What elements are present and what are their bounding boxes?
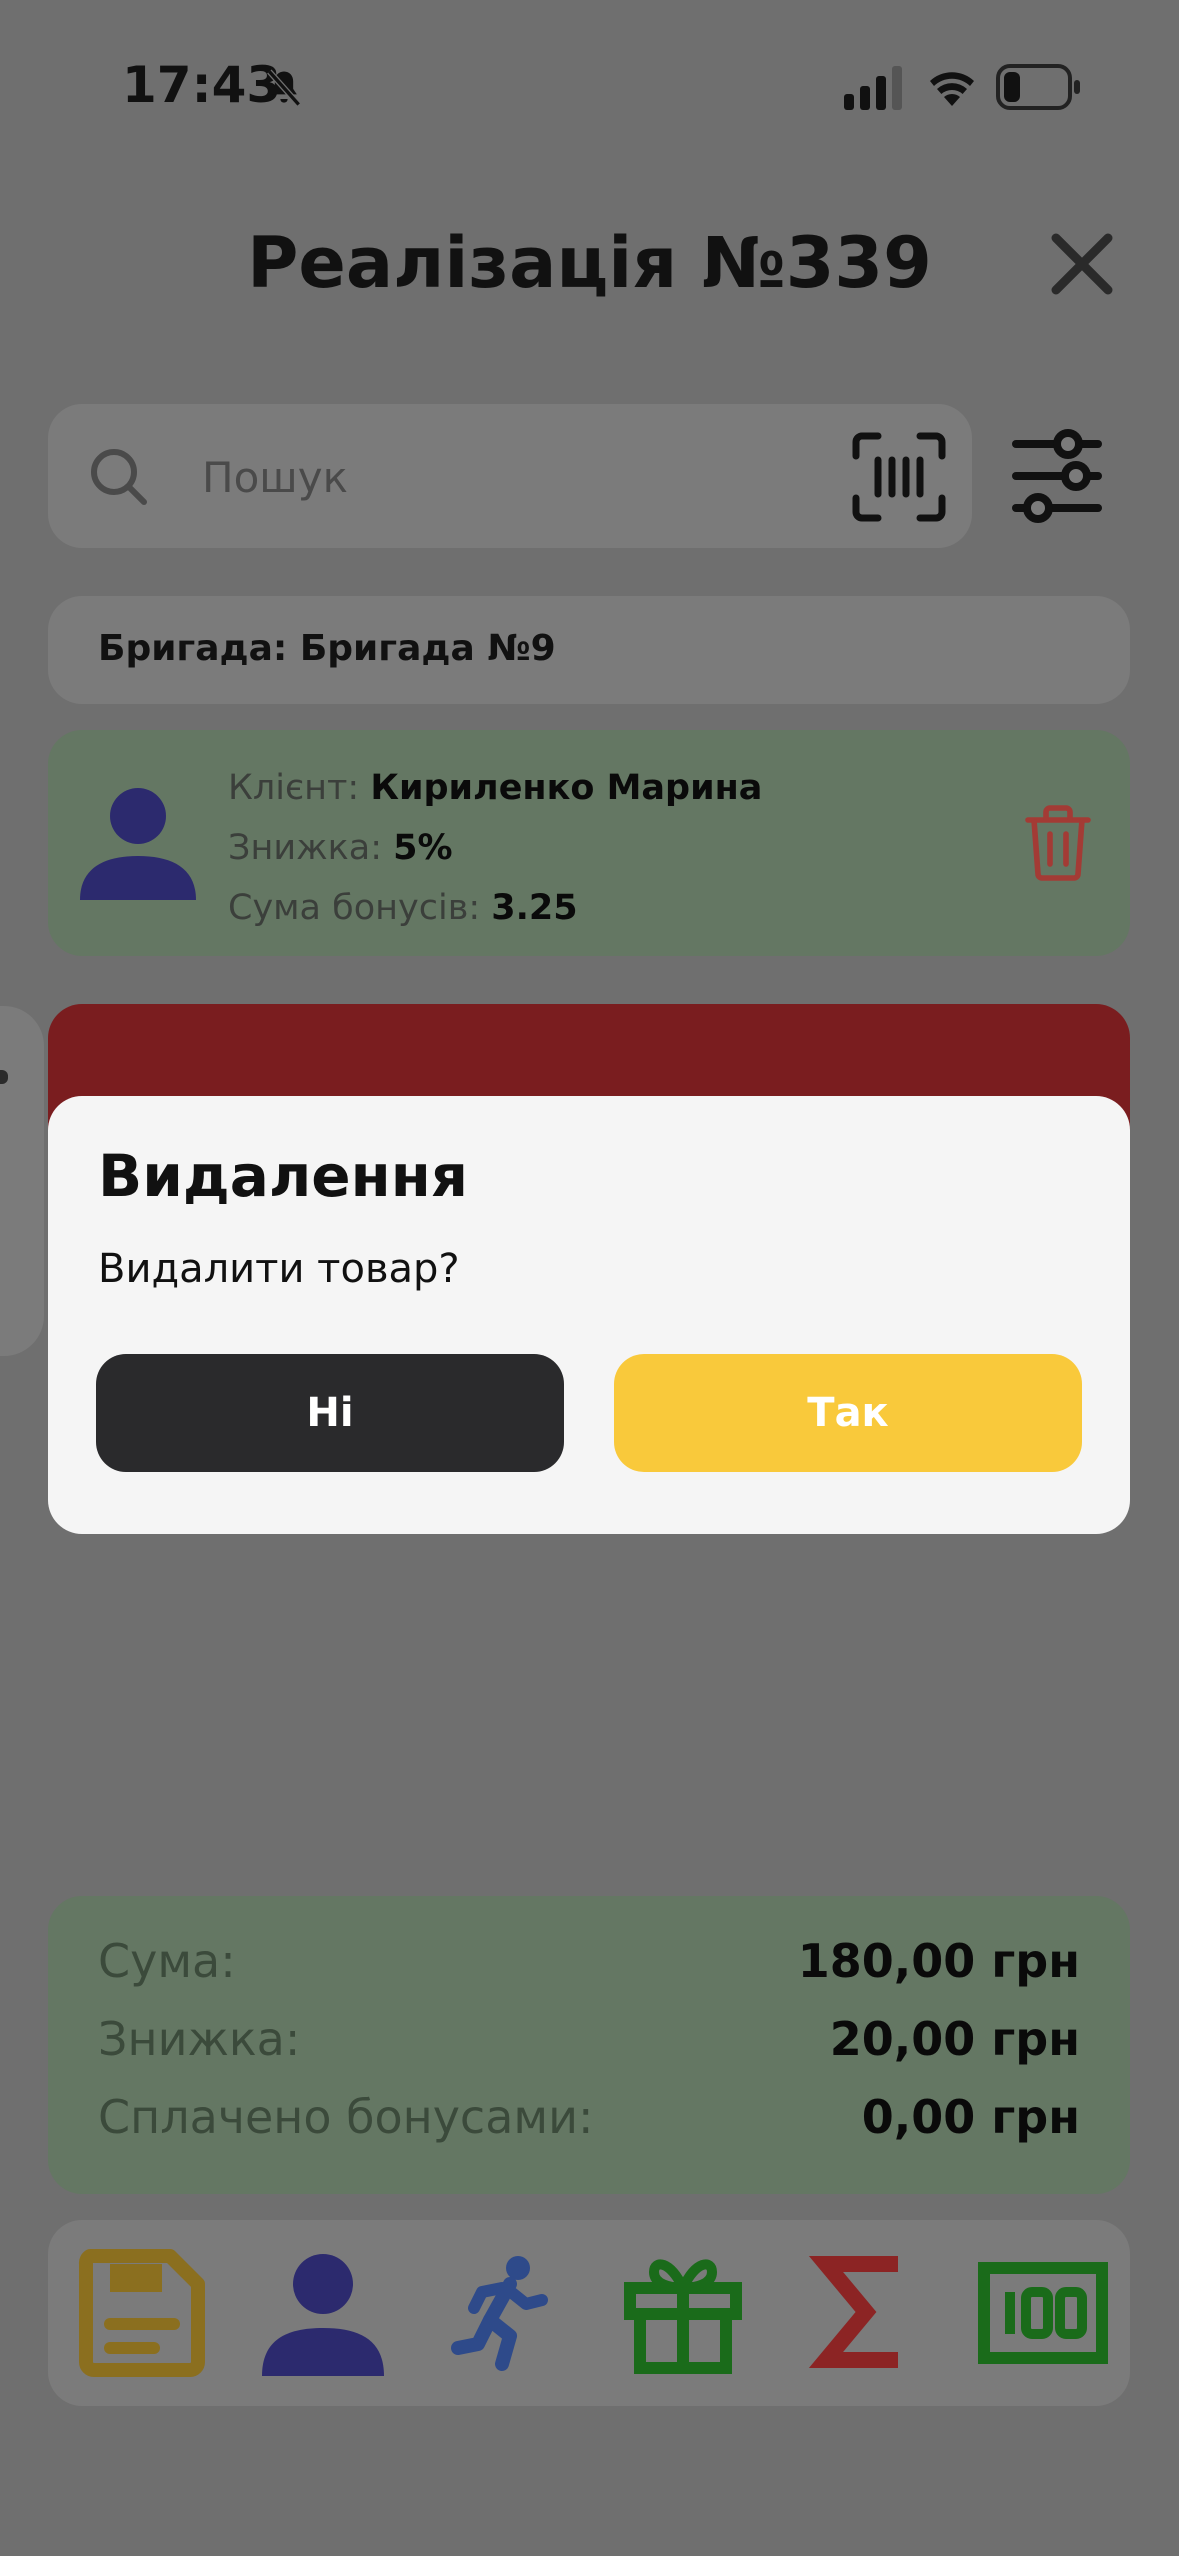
- bell-slash-icon: [267, 69, 301, 107]
- wifi-icon: [930, 72, 974, 106]
- close-icon[interactable]: [1046, 228, 1118, 300]
- total-discount-value: 20,00 грн: [829, 2012, 1080, 2066]
- battery-icon: [996, 64, 1080, 110]
- dialog-message: Видалити товар?: [98, 1246, 460, 1292]
- client-name: Кириленко Марина: [370, 768, 763, 808]
- sigma-icon[interactable]: [798, 2248, 928, 2378]
- client-info: Клієнт: Кириленко Марина Знижка: 5% Сума…: [228, 758, 762, 938]
- barcode-scan-icon[interactable]: [852, 432, 946, 522]
- runner-icon[interactable]: [438, 2248, 568, 2378]
- brigade-row[interactable]: Бригада: Бригада №9: [48, 596, 1130, 704]
- dialog-title: Видалення: [98, 1142, 469, 1210]
- sum-value: 180,00 грн: [797, 1934, 1080, 1988]
- client-label: Клієнт:: [228, 768, 371, 808]
- bottom-toolbar: [48, 2220, 1130, 2406]
- brigade-label: Бригада: Бригада №9: [98, 628, 556, 669]
- delete-dialog: Видалення Видалити товар? Ні Так: [48, 1096, 1130, 1534]
- gift-icon[interactable]: [618, 2248, 748, 2378]
- bonus-paid-label: Сплачено бонусами:: [98, 2090, 594, 2144]
- no-button[interactable]: Ні: [96, 1354, 564, 1472]
- page-title: Реалізація №339: [247, 222, 932, 304]
- status-time: 17:43: [122, 56, 282, 114]
- search-bar: [48, 404, 972, 548]
- sum-row: Сума: 180,00 грн: [98, 1934, 1080, 2004]
- trash-icon[interactable]: [1022, 804, 1094, 882]
- bonus-paid-row: Сплачено бонусами: 0,00 грн: [98, 2090, 1080, 2160]
- bonus-label: Сума бонусів:: [228, 888, 492, 928]
- client-icon[interactable]: [258, 2248, 388, 2378]
- totals-panel: Сума: 180,00 грн Знижка: 20,00 грн Сплач…: [48, 1896, 1130, 2194]
- bonus-paid-value: 0,00 грн: [861, 2090, 1080, 2144]
- signal-icon: [844, 66, 902, 110]
- client-card[interactable]: Клієнт: Кириленко Марина Знижка: 5% Сума…: [48, 730, 1130, 956]
- total-discount-label: Знижка:: [98, 2012, 301, 2066]
- search-icon: [91, 449, 147, 505]
- yes-button[interactable]: Так: [614, 1354, 1082, 1472]
- save-icon[interactable]: [78, 2248, 208, 2378]
- discount-row: Знижка: 20,00 грн: [98, 2012, 1080, 2082]
- client-avatar-icon: [80, 788, 196, 900]
- filter-sliders-icon[interactable]: [1012, 428, 1102, 524]
- search-input[interactable]: [202, 446, 862, 508]
- cash-icon[interactable]: [978, 2248, 1108, 2378]
- side-drawer-handle[interactable]: [0, 1006, 44, 1356]
- bonus-value: 3.25: [491, 888, 578, 928]
- discount-label: Знижка:: [228, 828, 394, 868]
- status-bar: 17:43: [0, 0, 1179, 170]
- sum-label: Сума:: [98, 1934, 236, 1988]
- discount-value: 5%: [393, 828, 453, 868]
